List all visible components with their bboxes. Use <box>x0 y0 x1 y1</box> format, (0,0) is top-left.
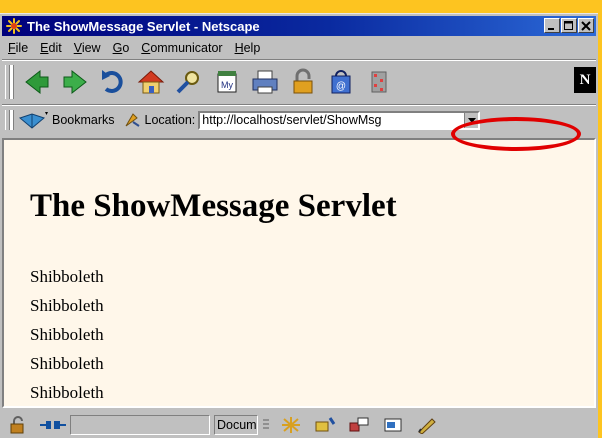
home-button[interactable] <box>132 65 170 99</box>
menu-go[interactable]: Go <box>107 41 136 55</box>
forward-button[interactable] <box>56 65 94 99</box>
outer-frame-right <box>598 0 602 438</box>
toolbar-grip[interactable] <box>5 65 10 99</box>
reload-icon <box>102 70 123 93</box>
mail-icon <box>315 417 336 432</box>
stop-icon <box>371 71 387 93</box>
location-grip[interactable] <box>5 110 10 130</box>
my-netscape-button[interactable]: My <box>208 65 246 99</box>
window-title: The ShowMessage Servlet - Netscape <box>27 18 260 34</box>
message-line: Shibboleth <box>30 325 104 344</box>
status-text: Document: Done <box>214 415 258 435</box>
browser-window: The ShowMessage Servlet - Netscape File … <box>0 13 598 438</box>
close-icon <box>581 20 591 31</box>
home-icon <box>137 70 165 94</box>
url-highlight-annotation <box>451 117 581 151</box>
menu-file[interactable]: File <box>2 41 34 55</box>
location-input[interactable]: http://localhost/servlet/ShowMsg <box>198 110 481 130</box>
grip-icon <box>263 419 269 429</box>
bookmarks-icon <box>18 112 48 129</box>
composer-component[interactable] <box>376 415 410 435</box>
print-button[interactable] <box>246 65 284 99</box>
composer-icon <box>384 418 402 432</box>
progress-bar <box>70 415 210 435</box>
location-separator <box>2 104 596 106</box>
search-button[interactable] <box>170 65 208 99</box>
close-button[interactable] <box>578 18 594 33</box>
print-icon <box>252 70 278 94</box>
my-netscape-icon: My <box>217 71 237 93</box>
page-heading: The ShowMessage Servlet <box>30 188 397 224</box>
menu-communicator[interactable]: Communicator <box>135 41 228 55</box>
search-icon <box>176 71 199 94</box>
page-proxy-icon[interactable] <box>123 111 141 129</box>
menu-edit[interactable]: Edit <box>34 41 68 55</box>
message-line: Shibboleth <box>30 267 104 286</box>
padlock-icon <box>10 416 24 434</box>
navigation-toolbar: My @ N <box>2 61 596 103</box>
discussion-icon <box>349 417 369 432</box>
pencil-icon <box>418 418 436 434</box>
menu-bar: File Edit View Go Communicator Help <box>2 38 596 58</box>
navigator-icon <box>282 417 300 433</box>
plug-icon <box>40 421 66 429</box>
status-bar: Document: Done <box>2 412 596 438</box>
maximize-icon <box>564 20 573 30</box>
shop-icon: @ <box>331 70 351 94</box>
forward-icon <box>63 69 87 95</box>
back-button[interactable] <box>18 65 56 99</box>
stop-button[interactable] <box>360 65 398 99</box>
outer-frame-top <box>0 0 602 13</box>
bookmarks-label: Bookmarks <box>52 113 115 127</box>
security-button[interactable] <box>284 65 322 99</box>
navigator-component[interactable] <box>274 415 308 435</box>
component-bar-grip[interactable] <box>258 415 274 435</box>
reload-button[interactable] <box>94 65 132 99</box>
security-icon <box>293 68 313 94</box>
url-text: http://localhost/servlet/ShowMsg <box>202 112 382 127</box>
menu-view[interactable]: View <box>68 41 107 55</box>
title-bar[interactable]: The ShowMessage Servlet - Netscape <box>2 16 596 36</box>
bookmarks-button[interactable]: Bookmarks <box>18 110 115 130</box>
minimize-icon <box>548 27 554 30</box>
aim-component[interactable] <box>410 415 444 435</box>
discussion-component[interactable] <box>342 415 376 435</box>
minimize-button[interactable] <box>544 18 560 33</box>
svg-text:My: My <box>221 80 233 90</box>
connection-status[interactable] <box>36 415 70 435</box>
maximize-button[interactable] <box>561 18 577 33</box>
message-line: Shibboleth <box>30 383 104 402</box>
svg-text:@: @ <box>336 81 346 92</box>
netscape-logo[interactable]: N <box>574 67 596 93</box>
netscape-app-icon <box>5 17 23 35</box>
menu-help[interactable]: Help <box>229 41 267 55</box>
message-line: Shibboleth <box>30 296 104 315</box>
message-list: Shibboleth Shibboleth Shibboleth Shibbol… <box>30 262 104 407</box>
shop-button[interactable]: @ <box>322 65 360 99</box>
message-line: Shibboleth <box>30 354 104 373</box>
back-icon <box>25 69 49 95</box>
mail-component[interactable] <box>308 415 342 435</box>
security-status[interactable] <box>2 415 36 435</box>
location-label: Location: <box>144 113 196 127</box>
page-content: The ShowMessage Servlet Shibboleth Shibb… <box>2 138 596 408</box>
